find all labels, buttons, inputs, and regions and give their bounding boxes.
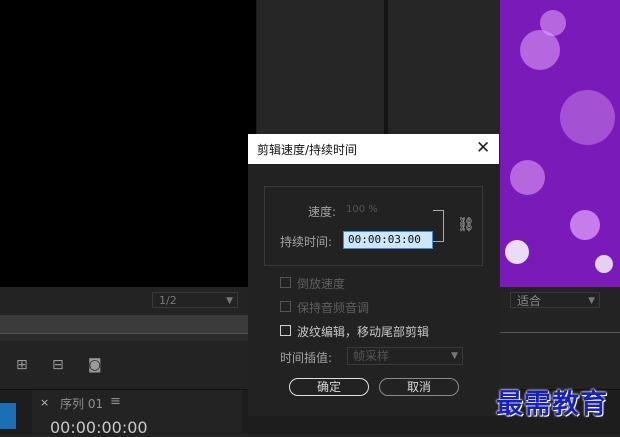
close-icon[interactable]: × [40,396,49,409]
link-icon[interactable]: ⛓ [457,217,475,233]
speed-label: 速度: [308,205,337,219]
checkbox-icon[interactable] [280,277,291,288]
duration-input[interactable]: 00:00:03:00 [343,231,433,249]
insert-icon[interactable]: ⊞ [16,357,28,373]
overwrite-icon[interactable]: ⊟ [52,357,64,373]
speed-field[interactable]: 100 % [346,204,378,215]
interpolation-select[interactable]: 帧采样 ▼ [347,347,463,365]
fit-value: 适合 [517,294,542,308]
program-time-ruler[interactable] [500,322,620,333]
dialog-titlebar: 剪辑速度/持续时间 ✕ [248,134,499,164]
cancel-button[interactable]: 取消 [379,378,459,396]
ripple-edit-label: 波纹编辑，移动尾部剪辑 [297,325,430,339]
chevron-down-icon: ▼ [588,296,595,306]
resolution-value: 1/2 [159,294,177,307]
sequence-timecode: 00:00:00:00 [50,418,148,437]
speed-duration-group [264,186,483,266]
selection-tool-icon[interactable] [0,403,16,429]
menu-icon[interactable]: ≡ [110,394,121,409]
time-scrubber[interactable] [0,315,250,333]
sequence-tab-label: 序列 01 [60,397,104,411]
playback-resolution-select[interactable]: 1/2 ▼ [152,292,238,308]
source-tool-row: ⊞ ⊟ ◙ [0,341,250,389]
close-icon[interactable]: ✕ [476,138,490,158]
checkbox-icon[interactable] [280,325,291,336]
camera-icon[interactable]: ◙ [88,357,102,373]
reverse-speed-label: 倒放速度 [297,277,346,291]
clip-speed-duration-dialog: 剪辑速度/持续时间 ✕ 速度: 100 % 持续时间: 00:00:03:00 … [248,134,499,416]
program-monitor [500,0,620,287]
checkbox-icon[interactable] [280,301,291,312]
link-bracket [433,210,444,242]
source-monitor [0,0,256,287]
ok-button[interactable]: 确定 [289,378,369,396]
duration-label: 持续时间: [280,235,333,249]
maintain-pitch-label: 保持音频音调 [297,301,370,315]
dialog-title: 剪辑速度/持续时间 [257,143,358,157]
chevron-down-icon: ▼ [451,351,458,361]
interpolation-value: 帧采样 [353,349,390,363]
watermark-logo: 最需教育 [496,389,608,420]
interpolation-label: 时间插值: [280,351,333,365]
zoom-fit-select[interactable]: 适合 ▼ [510,292,600,308]
chevron-down-icon: ▼ [226,296,233,306]
